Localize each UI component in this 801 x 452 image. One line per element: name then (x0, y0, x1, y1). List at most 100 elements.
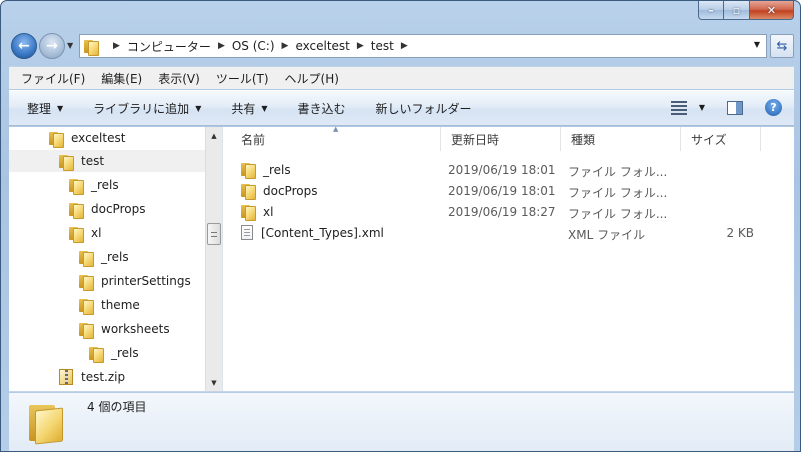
tree-item-label: exceltest (71, 131, 126, 145)
navigation-pane: exceltest test _rels docProps xl _rels p… (9, 127, 205, 391)
zip-archive-icon (59, 369, 73, 385)
tree-item-rels[interactable]: _rels (69, 174, 119, 196)
tree-item-exceltest[interactable]: exceltest (49, 127, 125, 149)
chevron-right-icon[interactable]: ▶ (113, 41, 120, 51)
folder-icon (79, 298, 94, 315)
column-header-date[interactable]: 更新日時 (441, 127, 561, 151)
burn-button[interactable]: 書き込む (298, 100, 346, 117)
tree-item-label: theme (101, 298, 140, 312)
share-button[interactable]: 共有 ▼ (231, 100, 267, 117)
chevron-down-icon: ▼ (261, 103, 268, 113)
minimize-icon: – (708, 3, 714, 17)
file-date: 2019/06/19 18:01 (448, 184, 556, 198)
menu-view[interactable]: 表示(V) (158, 70, 200, 87)
chevron-right-icon[interactable]: ▶ (282, 41, 289, 51)
file-type: ファイル フォル... (568, 207, 668, 221)
share-label: 共有 (231, 101, 256, 116)
view-options-dropdown[interactable]: ▼ (699, 103, 705, 112)
chevron-down-icon[interactable]: ▼ (754, 40, 760, 49)
add-to-library-button[interactable]: ライブラリに追加 ▼ (93, 100, 201, 117)
file-date: 2019/06/19 18:01 (448, 163, 556, 177)
recent-pages-dropdown[interactable]: ▼ (67, 41, 73, 50)
back-button[interactable]: ← (11, 33, 37, 59)
xml-file-icon (241, 225, 253, 240)
maximize-button[interactable]: ▫ (724, 1, 750, 20)
file-row[interactable]: [Content_Types].xml XML ファイル 2 KB (241, 223, 781, 244)
large-folder-icon (25, 403, 67, 445)
file-row[interactable]: docProps 2019/06/19 18:01 ファイル フォル... (241, 181, 781, 202)
chevron-right-icon[interactable]: ▶ (218, 41, 225, 51)
file-size: 2 KB (726, 226, 754, 240)
forward-button[interactable]: → (39, 33, 65, 59)
folder-icon (241, 183, 256, 200)
menu-edit[interactable]: 編集(E) (101, 70, 142, 87)
caption-buttons: – ▫ ✕ (698, 1, 794, 21)
menu-file[interactable]: ファイル(F) (21, 70, 85, 87)
tree-item-worksheets[interactable]: worksheets (79, 318, 170, 340)
folder-icon (241, 204, 256, 221)
file-name: [Content_Types].xml (261, 225, 384, 240)
column-header-type[interactable]: 種類 (561, 127, 681, 151)
file-row[interactable]: xl 2019/06/19 18:27 ファイル フォル... (241, 202, 781, 223)
tree-item-docprops[interactable]: docProps (69, 198, 145, 220)
minimize-button[interactable]: – (698, 1, 724, 20)
help-icon[interactable]: ? (765, 99, 782, 116)
tree-item-xl-rels[interactable]: _rels (79, 246, 129, 268)
breadcrumb-exceltest[interactable]: exceltest (295, 39, 349, 53)
tree-item-printersettings[interactable]: printerSettings (79, 270, 191, 292)
chevron-down-icon: ▼ (57, 103, 64, 113)
tree-item-label: printerSettings (101, 274, 191, 288)
column-header-size[interactable]: サイズ (681, 127, 761, 151)
refresh-icon: ⇆ (776, 38, 788, 54)
command-bar: 整理 ▼ ライブラリに追加 ▼ 共有 ▼ 書き込む 新しいフォルダー ▼ ? (9, 90, 794, 126)
chevron-right-icon[interactable]: ▶ (357, 41, 364, 51)
address-bar[interactable]: ▶ コンピューター ▶ OS (C:) ▶ exceltest ▶ test ▶… (79, 34, 767, 58)
file-row[interactable]: _rels 2019/06/19 18:01 ファイル フォル... (241, 160, 781, 181)
folder-icon (89, 346, 104, 363)
folder-icon (79, 274, 94, 291)
file-name: xl (263, 204, 274, 219)
view-controls: ▼ ? (670, 99, 782, 116)
tree-item-worksheets-rels[interactable]: _rels (89, 342, 139, 364)
refresh-button[interactable]: ⇆ (770, 34, 794, 58)
column-header-name[interactable]: 名前 (231, 127, 441, 151)
tree-item-label: worksheets (101, 322, 170, 336)
tree-item-label: _rels (111, 346, 139, 360)
scroll-up-arrow[interactable]: ▲ (206, 127, 222, 144)
explorer-window: – ▫ ✕ ← → ▼ ▶ コンピューター ▶ OS (C:) ▶ excelt… (0, 0, 801, 452)
maximize-icon: ▫ (732, 3, 741, 17)
menu-help[interactable]: ヘルプ(H) (285, 70, 339, 87)
tree-item-label: xl (91, 226, 102, 240)
chevron-down-icon: ▼ (195, 103, 202, 113)
new-folder-button[interactable]: 新しいフォルダー (376, 100, 472, 117)
menu-tools[interactable]: ツール(T) (216, 70, 269, 87)
item-count: 4 個の項目 (87, 400, 147, 414)
chevron-right-icon[interactable]: ▶ (401, 41, 408, 51)
folder-icon (69, 178, 84, 195)
navigation-scrollbar[interactable]: ▲ ▼ (205, 127, 222, 391)
organize-button[interactable]: 整理 ▼ (27, 100, 63, 117)
tree-item-xl[interactable]: xl (69, 222, 101, 244)
arrow-right-icon: → (46, 38, 58, 54)
view-list-icon[interactable] (670, 100, 687, 115)
add-to-library-label: ライブラリに追加 (93, 101, 190, 116)
file-type: XML ファイル (568, 228, 646, 242)
breadcrumb-computer[interactable]: コンピューター (127, 38, 211, 55)
tree-item-test-zip[interactable]: test.zip (59, 366, 125, 388)
folder-icon (79, 322, 94, 339)
breadcrumb-drive[interactable]: OS (C:) (232, 39, 275, 53)
folder-icon (79, 250, 94, 267)
folder-icon (69, 202, 84, 219)
preview-pane-icon[interactable] (727, 100, 743, 115)
tree-item-theme[interactable]: theme (79, 294, 140, 316)
file-date: 2019/06/19 18:27 (448, 205, 556, 219)
scroll-down-arrow[interactable]: ▼ (206, 374, 222, 391)
close-button[interactable]: ✕ (750, 1, 794, 20)
tree-item-label: docProps (91, 202, 146, 216)
scrollbar-thumb[interactable] (207, 223, 221, 245)
tree-item-label: _rels (91, 178, 119, 192)
breadcrumb-test[interactable]: test (371, 39, 394, 53)
folder-icon (84, 39, 99, 56)
tree-item-test[interactable]: test (9, 150, 205, 172)
organize-label: 整理 (27, 101, 52, 116)
